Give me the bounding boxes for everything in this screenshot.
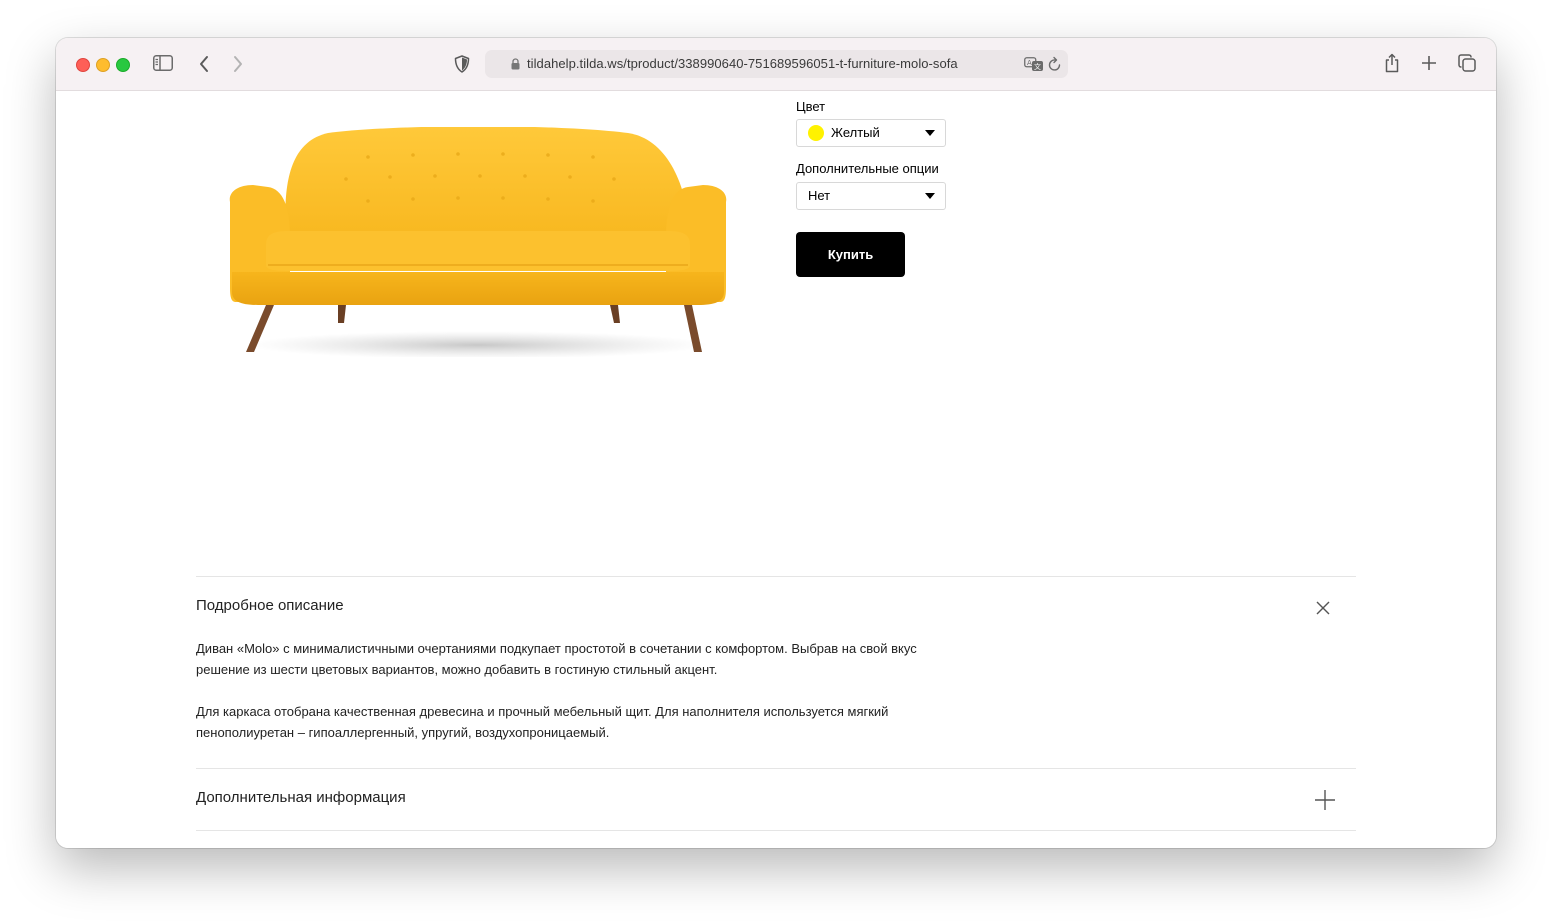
close-window-button[interactable] <box>76 58 90 72</box>
chevron-down-icon <box>925 130 935 136</box>
description-paragraph-1: Диван «Molo» с минималистичными очертани… <box>196 641 917 677</box>
close-icon[interactable] <box>1314 599 1332 622</box>
divider <box>196 830 1356 831</box>
extra-info-accordion-title[interactable]: Дополнительная информация <box>196 789 406 806</box>
chevron-down-icon <box>925 193 935 199</box>
plus-icon[interactable] <box>1314 789 1336 816</box>
new-tab-icon[interactable] <box>1421 55 1437 71</box>
divider <box>196 576 1356 577</box>
address-url: tildahelp.tilda.ws/tproduct/338990640-75… <box>527 56 958 71</box>
address-bar[interactable]: tildahelp.tilda.ws/tproduct/338990640-75… <box>485 50 1068 78</box>
privacy-shield-icon[interactable] <box>454 55 470 73</box>
svg-text:A: A <box>1027 59 1032 67</box>
description-accordion-title[interactable]: Подробное описание <box>196 597 344 614</box>
divider <box>196 768 1356 769</box>
reload-icon[interactable] <box>1048 56 1062 77</box>
svg-text:文: 文 <box>1034 62 1041 71</box>
browser-window: tildahelp.tilda.ws/tproduct/338990640-75… <box>56 38 1496 848</box>
lock-icon <box>511 57 520 75</box>
color-select[interactable]: Желтый <box>796 119 946 147</box>
color-option-label: Цвет <box>796 99 826 114</box>
color-swatch <box>808 125 824 141</box>
browser-toolbar: tildahelp.tilda.ws/tproduct/338990640-75… <box>56 38 1496 91</box>
sidebar-toggle-icon[interactable] <box>153 55 173 71</box>
page-content: Цвет Желтый Дополнительные опции Нет Куп… <box>56 91 1496 848</box>
description-paragraph-2: Для каркаса отобрана качественная древес… <box>196 704 889 740</box>
back-icon[interactable] <box>198 55 210 73</box>
share-icon[interactable] <box>1384 53 1400 73</box>
color-select-value: Желтый <box>831 125 880 140</box>
translate-icon[interactable]: A文 <box>1024 56 1044 77</box>
product-image[interactable] <box>228 126 728 362</box>
extra-options-select[interactable]: Нет <box>796 182 946 210</box>
extra-options-label: Дополнительные опции <box>796 161 939 176</box>
tab-overview-icon[interactable] <box>1458 54 1476 72</box>
minimize-window-button[interactable] <box>96 58 110 72</box>
buy-button[interactable]: Купить <box>796 232 905 277</box>
zoom-window-button[interactable] <box>116 58 130 72</box>
forward-icon[interactable] <box>232 55 244 73</box>
extra-options-select-value: Нет <box>808 188 831 203</box>
